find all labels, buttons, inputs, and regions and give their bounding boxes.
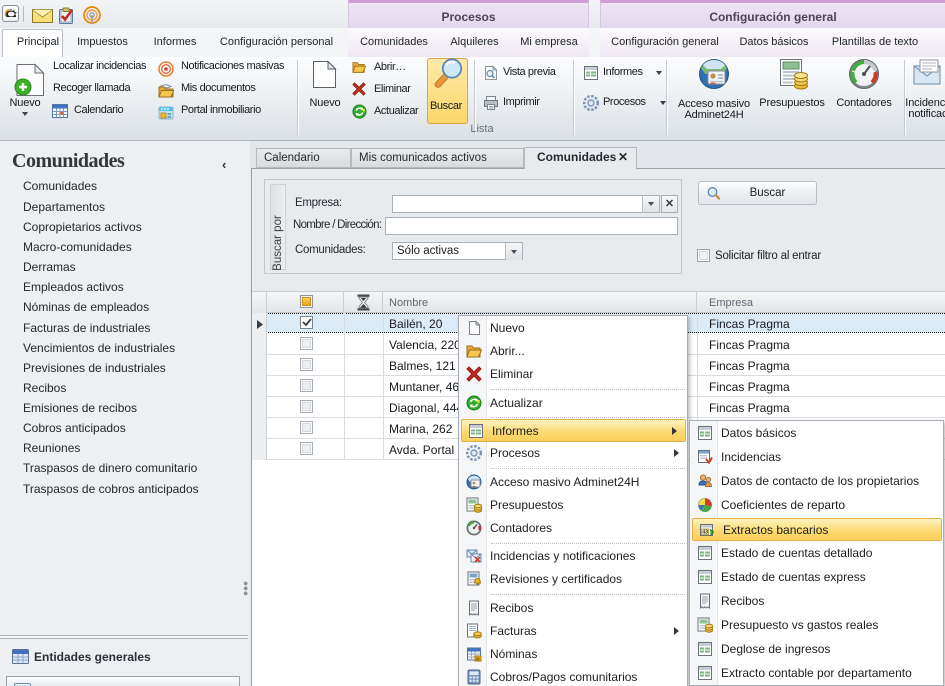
svg-text:43: 43: [702, 530, 708, 536]
